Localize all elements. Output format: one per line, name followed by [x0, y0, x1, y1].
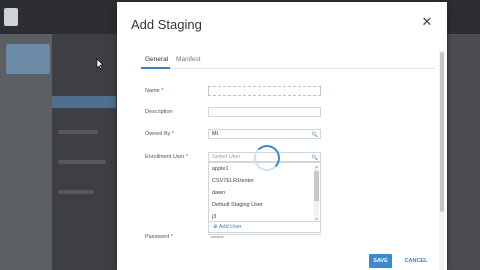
add-staging-dialog: Add Staging ✕ General Manifest Name * De…: [117, 2, 447, 270]
close-icon[interactable]: ✕: [419, 14, 435, 30]
background-logo: [4, 8, 18, 26]
description-label: Description: [145, 109, 173, 115]
dialog-scrollbar[interactable]: [439, 50, 445, 270]
password-input[interactable]: [208, 234, 321, 238]
dialog-scroll-thumb[interactable]: [440, 52, 444, 212]
dropdown-scroll-thumb[interactable]: [314, 171, 319, 201]
background-right-panel: [448, 34, 480, 270]
required-mark: *: [171, 131, 175, 137]
dialog-footer: SAVE CANCEL: [117, 245, 447, 270]
search-icon[interactable]: 🔍: [312, 154, 318, 162]
save-button[interactable]: SAVE: [369, 254, 392, 268]
owned-by-select[interactable]: MI 🔍: [208, 129, 321, 139]
dialog-title: Add Staging: [131, 17, 202, 32]
name-label: Name *: [145, 88, 163, 94]
active-tab-indicator: [141, 67, 170, 69]
background-sidebar-block: [6, 44, 50, 74]
tab-general[interactable]: General: [145, 56, 168, 63]
tab-manifest[interactable]: Manifest: [176, 56, 201, 63]
required-mark: *: [185, 154, 189, 160]
dropdown-option[interactable]: dawn: [212, 190, 225, 196]
search-icon[interactable]: 🔍: [312, 131, 318, 139]
cursor-icon: [96, 58, 104, 70]
name-label-text: Name: [145, 88, 160, 94]
password-value: •••••••••: [211, 234, 224, 239]
password-label-text: Password: [145, 234, 170, 240]
owned-by-label-text: Owned By: [145, 131, 171, 137]
add-icon: ⊕: [213, 224, 218, 230]
dropdown-option[interactable]: CSV7ELR1tester: [212, 178, 254, 184]
background-row: [58, 130, 98, 134]
required-mark: *: [170, 234, 173, 240]
add-user-button[interactable]: ⊕ Add User: [208, 222, 321, 233]
name-input[interactable]: [208, 86, 321, 96]
background-highlight-strip: [52, 96, 116, 108]
cancel-button[interactable]: CANCEL: [401, 254, 431, 268]
required-mark: *: [161, 88, 164, 94]
background-row: [58, 160, 106, 164]
owned-by-label: Owned By *: [145, 131, 174, 137]
scroll-up-icon[interactable]: ▲: [315, 165, 318, 169]
background-row: [58, 190, 94, 194]
tab-bar: General Manifest: [141, 54, 435, 69]
dropdown-option[interactable]: j3: [212, 214, 216, 220]
dropdown-option[interactable]: apple1: [212, 166, 229, 172]
password-label: Password *: [145, 234, 173, 240]
loading-spinner: [254, 145, 280, 171]
enrollment-user-dropdown: apple1 CSV7ELR1tester dawn Default Stagi…: [208, 162, 321, 222]
enrollment-user-label-text: Enrollment User: [145, 154, 185, 160]
owned-by-value: MI: [212, 131, 219, 137]
add-user-label: Add User: [218, 224, 242, 230]
enrollment-user-placeholder: Select User: [212, 154, 241, 160]
dropdown-option[interactable]: Default Staging User: [212, 202, 263, 208]
enrollment-user-label: Enrollment User *: [145, 154, 188, 160]
scroll-down-icon[interactable]: ▼: [315, 217, 318, 221]
description-input[interactable]: [208, 107, 321, 117]
dropdown-scrollbar[interactable]: ▲ ▼: [314, 165, 319, 221]
